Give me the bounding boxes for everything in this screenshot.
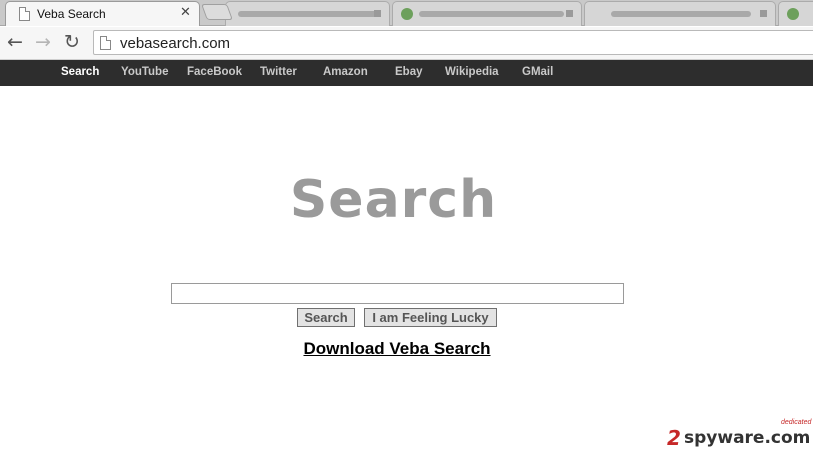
browser-tabstrip: Veba Search ✕ xyxy=(0,0,813,26)
reload-icon[interactable]: ↻ xyxy=(64,32,80,52)
nav-link-search[interactable]: Search xyxy=(61,66,99,78)
tab-background-2[interactable] xyxy=(392,1,582,26)
close-icon[interactable] xyxy=(760,10,767,17)
address-bar[interactable]: vebasearch.com xyxy=(93,30,813,55)
page-icon xyxy=(100,36,111,50)
tab-favicon-icon xyxy=(787,8,799,20)
tab-background-1[interactable] xyxy=(225,1,390,26)
forward-arrow-icon[interactable]: → xyxy=(35,32,51,52)
browser-toolbar: ← → ↻ vebasearch.com xyxy=(0,27,813,60)
download-link[interactable]: Download Veba Search xyxy=(0,339,794,359)
nav-link-ebay[interactable]: Ebay xyxy=(395,66,423,78)
tab-background-3[interactable] xyxy=(584,1,776,26)
nav-link-facebook[interactable]: FaceBook xyxy=(187,66,242,78)
spyware-watermark: 2 spyware.com dedicated xyxy=(667,419,811,450)
address-bar-url: vebasearch.com xyxy=(120,35,231,52)
tab-background-4[interactable] xyxy=(778,1,813,26)
page-icon xyxy=(19,7,30,21)
nav-link-wikipedia[interactable]: Wikipedia xyxy=(445,66,499,78)
new-tab-button[interactable] xyxy=(201,4,233,20)
close-icon[interactable]: ✕ xyxy=(180,5,191,20)
nav-link-youtube[interactable]: YouTube xyxy=(121,66,168,78)
nav-link-gmail[interactable]: GMail xyxy=(522,66,553,78)
search-logo: Search xyxy=(289,170,498,230)
search-input[interactable] xyxy=(171,283,624,304)
watermark-text: spyware.com xyxy=(684,428,811,448)
tab-title: Veba Search xyxy=(37,7,106,21)
search-button[interactable]: Search xyxy=(297,308,355,327)
tab-veba-search[interactable]: Veba Search ✕ xyxy=(5,1,200,26)
nav-link-twitter[interactable]: Twitter xyxy=(260,66,297,78)
nav-link-amazon[interactable]: Amazon xyxy=(323,66,368,78)
close-icon[interactable] xyxy=(566,10,573,17)
top-navigation-bar: Search YouTube FaceBook Twitter Amazon E… xyxy=(0,60,813,86)
tab-favicon-icon xyxy=(401,8,413,20)
watermark-logo-number: 2 xyxy=(667,426,681,450)
close-icon[interactable] xyxy=(374,10,381,17)
feeling-lucky-button[interactable]: I am Feeling Lucky xyxy=(364,308,497,327)
watermark-tagline: dedicated xyxy=(781,419,812,426)
back-arrow-icon[interactable]: ← xyxy=(7,32,23,52)
